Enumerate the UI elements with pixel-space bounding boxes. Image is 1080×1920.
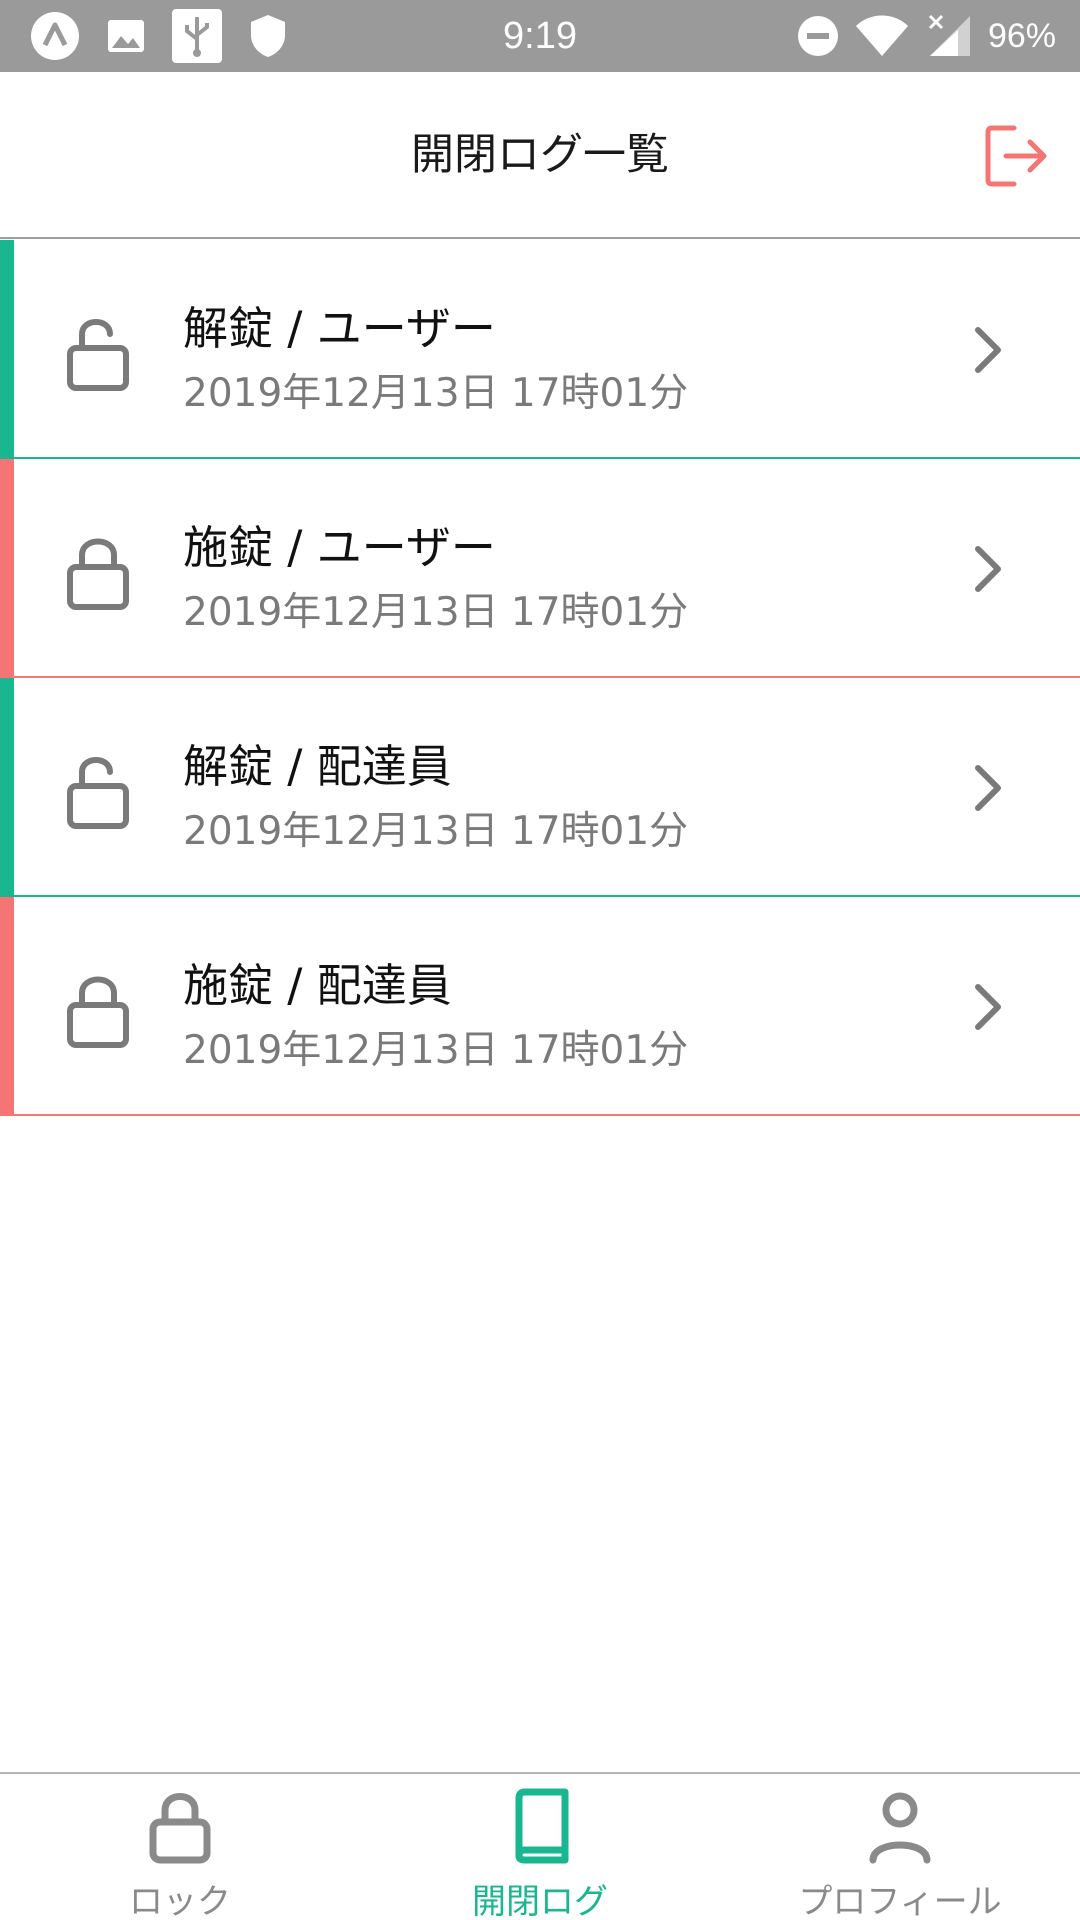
log-title: 施錠 / 配達員 [183,959,452,1012]
dnd-icon [797,16,838,56]
chevron-right-icon [975,327,1001,373]
unlocked-icon [67,757,129,829]
log-timestamp: 2019年12月13日 17時01分 [183,371,689,416]
locked-icon [67,538,129,610]
locked-icon [67,976,129,1048]
wifi-icon [855,15,908,56]
lock-icon [149,1793,211,1864]
log-title: 施錠 / ユーザー [183,521,496,574]
battery-percent: 96% [987,16,1056,55]
status-bar: 9:19 96% [0,0,1080,72]
log-timestamp: 2019年12月13日 17時01分 [183,1028,689,1073]
chevron-right-icon [975,984,1001,1030]
logout-button[interactable] [972,120,1062,192]
nav-item-lock[interactable]: ロック [0,1774,360,1920]
logout-icon [985,125,1047,187]
log-timestamp: 2019年12月13日 17時01分 [183,590,689,635]
app-screen: 9:19 96% 開閉ログ一覧 解錠 / ユーザー 2019年12月13日 17… [0,0,1080,1920]
nav-label-lock: ロック [129,1882,231,1920]
chevron-right-icon [975,546,1001,592]
bottom-nav: ロック 開閉ログ プロフィール [0,1772,1080,1920]
book-icon [515,1788,569,1864]
log-timestamp: 2019年12月13日 17時01分 [183,809,689,854]
chevron-right-icon [975,765,1001,811]
log-item[interactable]: 施錠 / ユーザー 2019年12月13日 17時01分 [0,459,1080,678]
row-divider [0,1114,1080,1116]
nav-label-logs: 開閉ログ [472,1882,608,1920]
log-title: 解錠 / 配達員 [183,740,452,793]
app-header: 開閉ログ一覧 [0,72,1080,239]
log-title: 解錠 / ユーザー [183,302,496,355]
status-accent-bar [0,459,14,678]
nav-item-profile[interactable]: プロフィール [720,1774,1080,1920]
log-item[interactable]: 解錠 / ユーザー 2019年12月13日 17時01分 [0,240,1080,459]
person-icon [869,1792,931,1864]
nav-label-profile: プロフィール [798,1882,1002,1920]
status-right-icons: 96% [796,12,1056,60]
log-item[interactable]: 施錠 / 配達員 2019年12月13日 17時01分 [0,897,1080,1116]
status-accent-bar [0,897,14,1116]
unlocked-icon [67,319,129,391]
page-title: 開閉ログ一覧 [411,130,669,180]
status-accent-bar [0,240,14,459]
nav-item-logs[interactable]: 開閉ログ [360,1774,720,1920]
signal-icon [928,14,970,56]
log-list: 解錠 / ユーザー 2019年12月13日 17時01分 施錠 / ユーザー 2… [0,240,1080,1116]
status-accent-bar [0,678,14,897]
log-item[interactable]: 解錠 / 配達員 2019年12月13日 17時01分 [0,678,1080,897]
